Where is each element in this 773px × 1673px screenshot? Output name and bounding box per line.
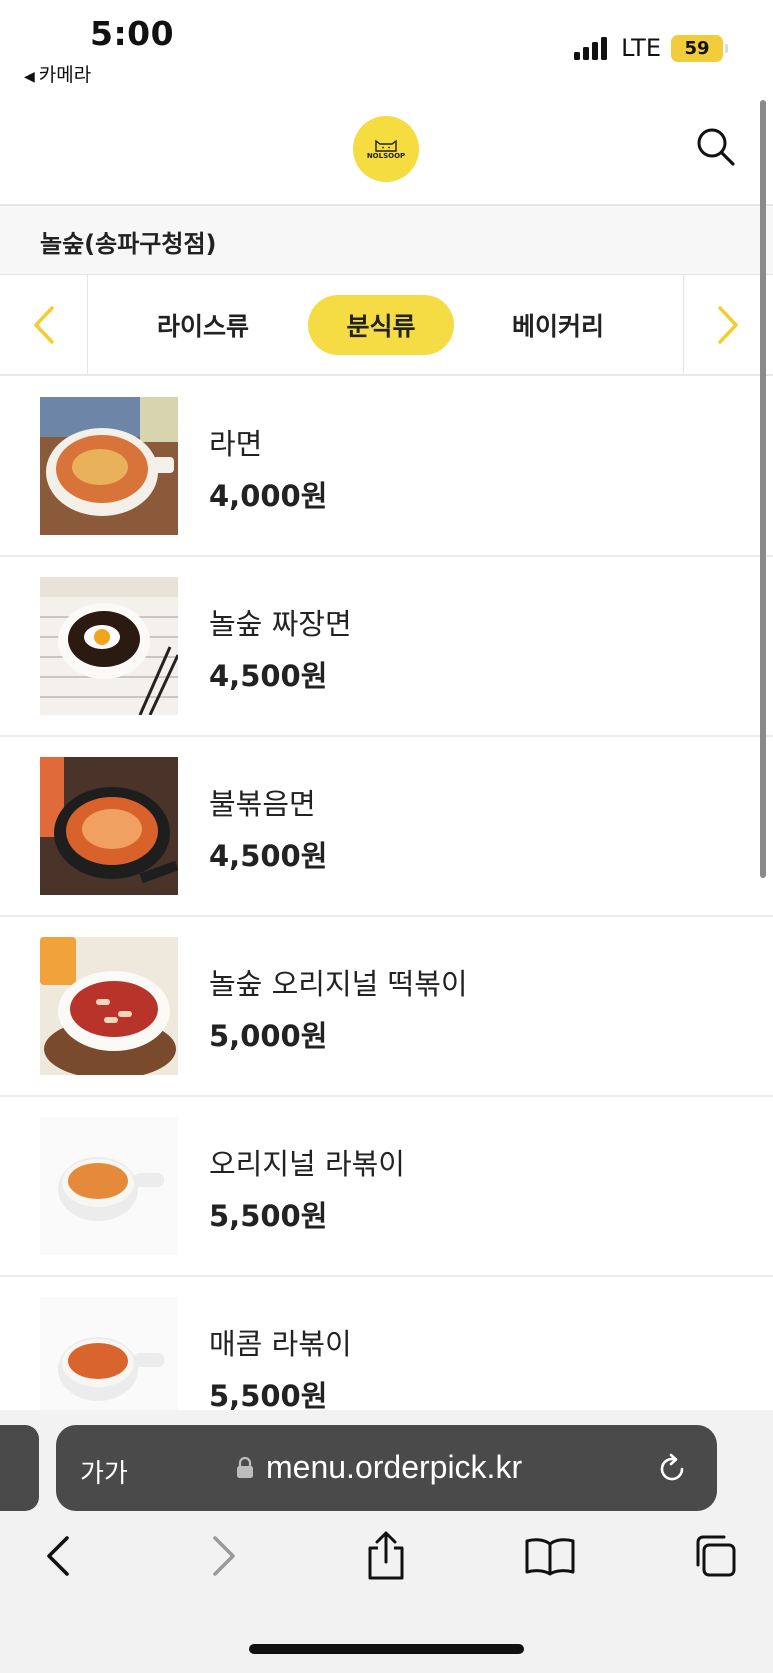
tab-snacks-active[interactable]: 분식류 <box>308 295 454 355</box>
search-icon <box>697 128 735 166</box>
app-header: NOLSOOP <box>0 95 773 206</box>
tabs-button[interactable] <box>687 1528 743 1584</box>
bookmarks-button[interactable] <box>522 1528 578 1584</box>
text-size-button[interactable]: 가가 <box>80 1453 128 1490</box>
search-button[interactable] <box>694 125 738 169</box>
previous-tab-peek[interactable] <box>0 1425 39 1511</box>
status-bar: 5:00 ◀ 카메라 LTE 59 <box>0 0 773 95</box>
chevron-right-icon <box>717 305 738 344</box>
chevron-left-icon <box>33 305 54 344</box>
tab-bakery[interactable]: 베이커리 <box>488 295 628 355</box>
item-price: 4,000원 <box>209 479 328 513</box>
item-price: 4,500원 <box>209 839 328 873</box>
menu-item[interactable]: 오리지널 라볶이 5,500원 <box>0 1097 773 1277</box>
network-label: LTE <box>621 34 661 62</box>
item-price: 5,500원 <box>209 1199 328 1233</box>
category-tabs: 라이스류 분식류 베이커리 <box>0 275 773 376</box>
item-name: 놀숲 짜장면 <box>209 607 352 641</box>
ramen-photo <box>40 397 178 535</box>
item-price: 4,500원 <box>209 659 328 693</box>
tab-rice[interactable]: 라이스류 <box>133 295 273 355</box>
store-bar: 놀숲(송파구청점) <box>0 206 773 275</box>
item-name: 라면 <box>209 427 263 461</box>
battery-icon: 59 <box>671 34 728 62</box>
rabokki-photo <box>40 1117 178 1255</box>
item-name: 오리지널 라볶이 <box>209 1147 405 1181</box>
spicy-rabokki-photo <box>40 1297 178 1410</box>
url-text[interactable]: menu.orderpick.kr <box>266 1449 522 1486</box>
item-name: 놀숲 오리지널 떡볶이 <box>209 967 468 1001</box>
back-to-app-link[interactable]: ◀ 카메라 <box>24 60 91 87</box>
tabs-next-button[interactable] <box>683 275 771 374</box>
battery-level: 59 <box>684 37 710 59</box>
menu-item[interactable]: 놀숲 오리지널 떡볶이 5,000원 <box>0 917 773 1097</box>
tabs-icon <box>696 1535 736 1577</box>
item-name: 매콤 라볶이 <box>209 1327 352 1361</box>
item-name: 불볶음면 <box>209 787 316 821</box>
share-button[interactable] <box>358 1528 414 1584</box>
store-name: 놀숲(송파구청점) <box>40 230 217 258</box>
item-price: 5,000원 <box>209 1019 328 1053</box>
item-price: 5,500원 <box>209 1379 328 1410</box>
menu-item[interactable]: 라면 4,000원 <box>0 377 773 557</box>
cat-logo-icon <box>375 139 397 152</box>
page-scrollbar[interactable] <box>760 100 766 878</box>
forward-button[interactable] <box>196 1528 252 1584</box>
back-button[interactable] <box>30 1528 86 1584</box>
chevron-right-icon <box>213 1536 235 1576</box>
jjajangmyeon-photo <box>40 577 178 715</box>
share-icon <box>368 1531 404 1580</box>
chevron-left-icon <box>47 1536 69 1576</box>
tabs-prev-button[interactable] <box>0 275 88 374</box>
menu-item[interactable]: 불볶음면 4,500원 <box>0 737 773 917</box>
tteokbokki-photo <box>40 937 178 1075</box>
menu-item[interactable]: 놀숲 짜장면 4,500원 <box>0 557 773 737</box>
home-indicator[interactable] <box>249 1644 524 1654</box>
lock-icon <box>237 1456 253 1478</box>
signal-icon <box>574 36 608 60</box>
fire-noodles-photo <box>40 757 178 895</box>
book-icon <box>525 1538 575 1576</box>
logo-text: NOLSOOP <box>366 152 406 160</box>
status-time: 5:00 <box>90 14 175 53</box>
reload-icon[interactable] <box>654 1451 690 1487</box>
back-app-label: 카메라 <box>38 64 92 86</box>
menu-list: 라면 4,000원 놀숲 짜장면 4,500원 불볶음면 4,500원 놀숲 오… <box>0 377 773 1410</box>
address-bar[interactable]: 가가 menu.orderpick.kr <box>56 1425 717 1511</box>
menu-item[interactable]: 매콤 라볶이 5,500원 <box>0 1277 773 1410</box>
status-indicators: LTE 59 <box>574 34 728 62</box>
back-triangle-icon: ◀ <box>24 69 35 85</box>
nolsoop-logo[interactable]: NOLSOOP <box>353 116 419 182</box>
